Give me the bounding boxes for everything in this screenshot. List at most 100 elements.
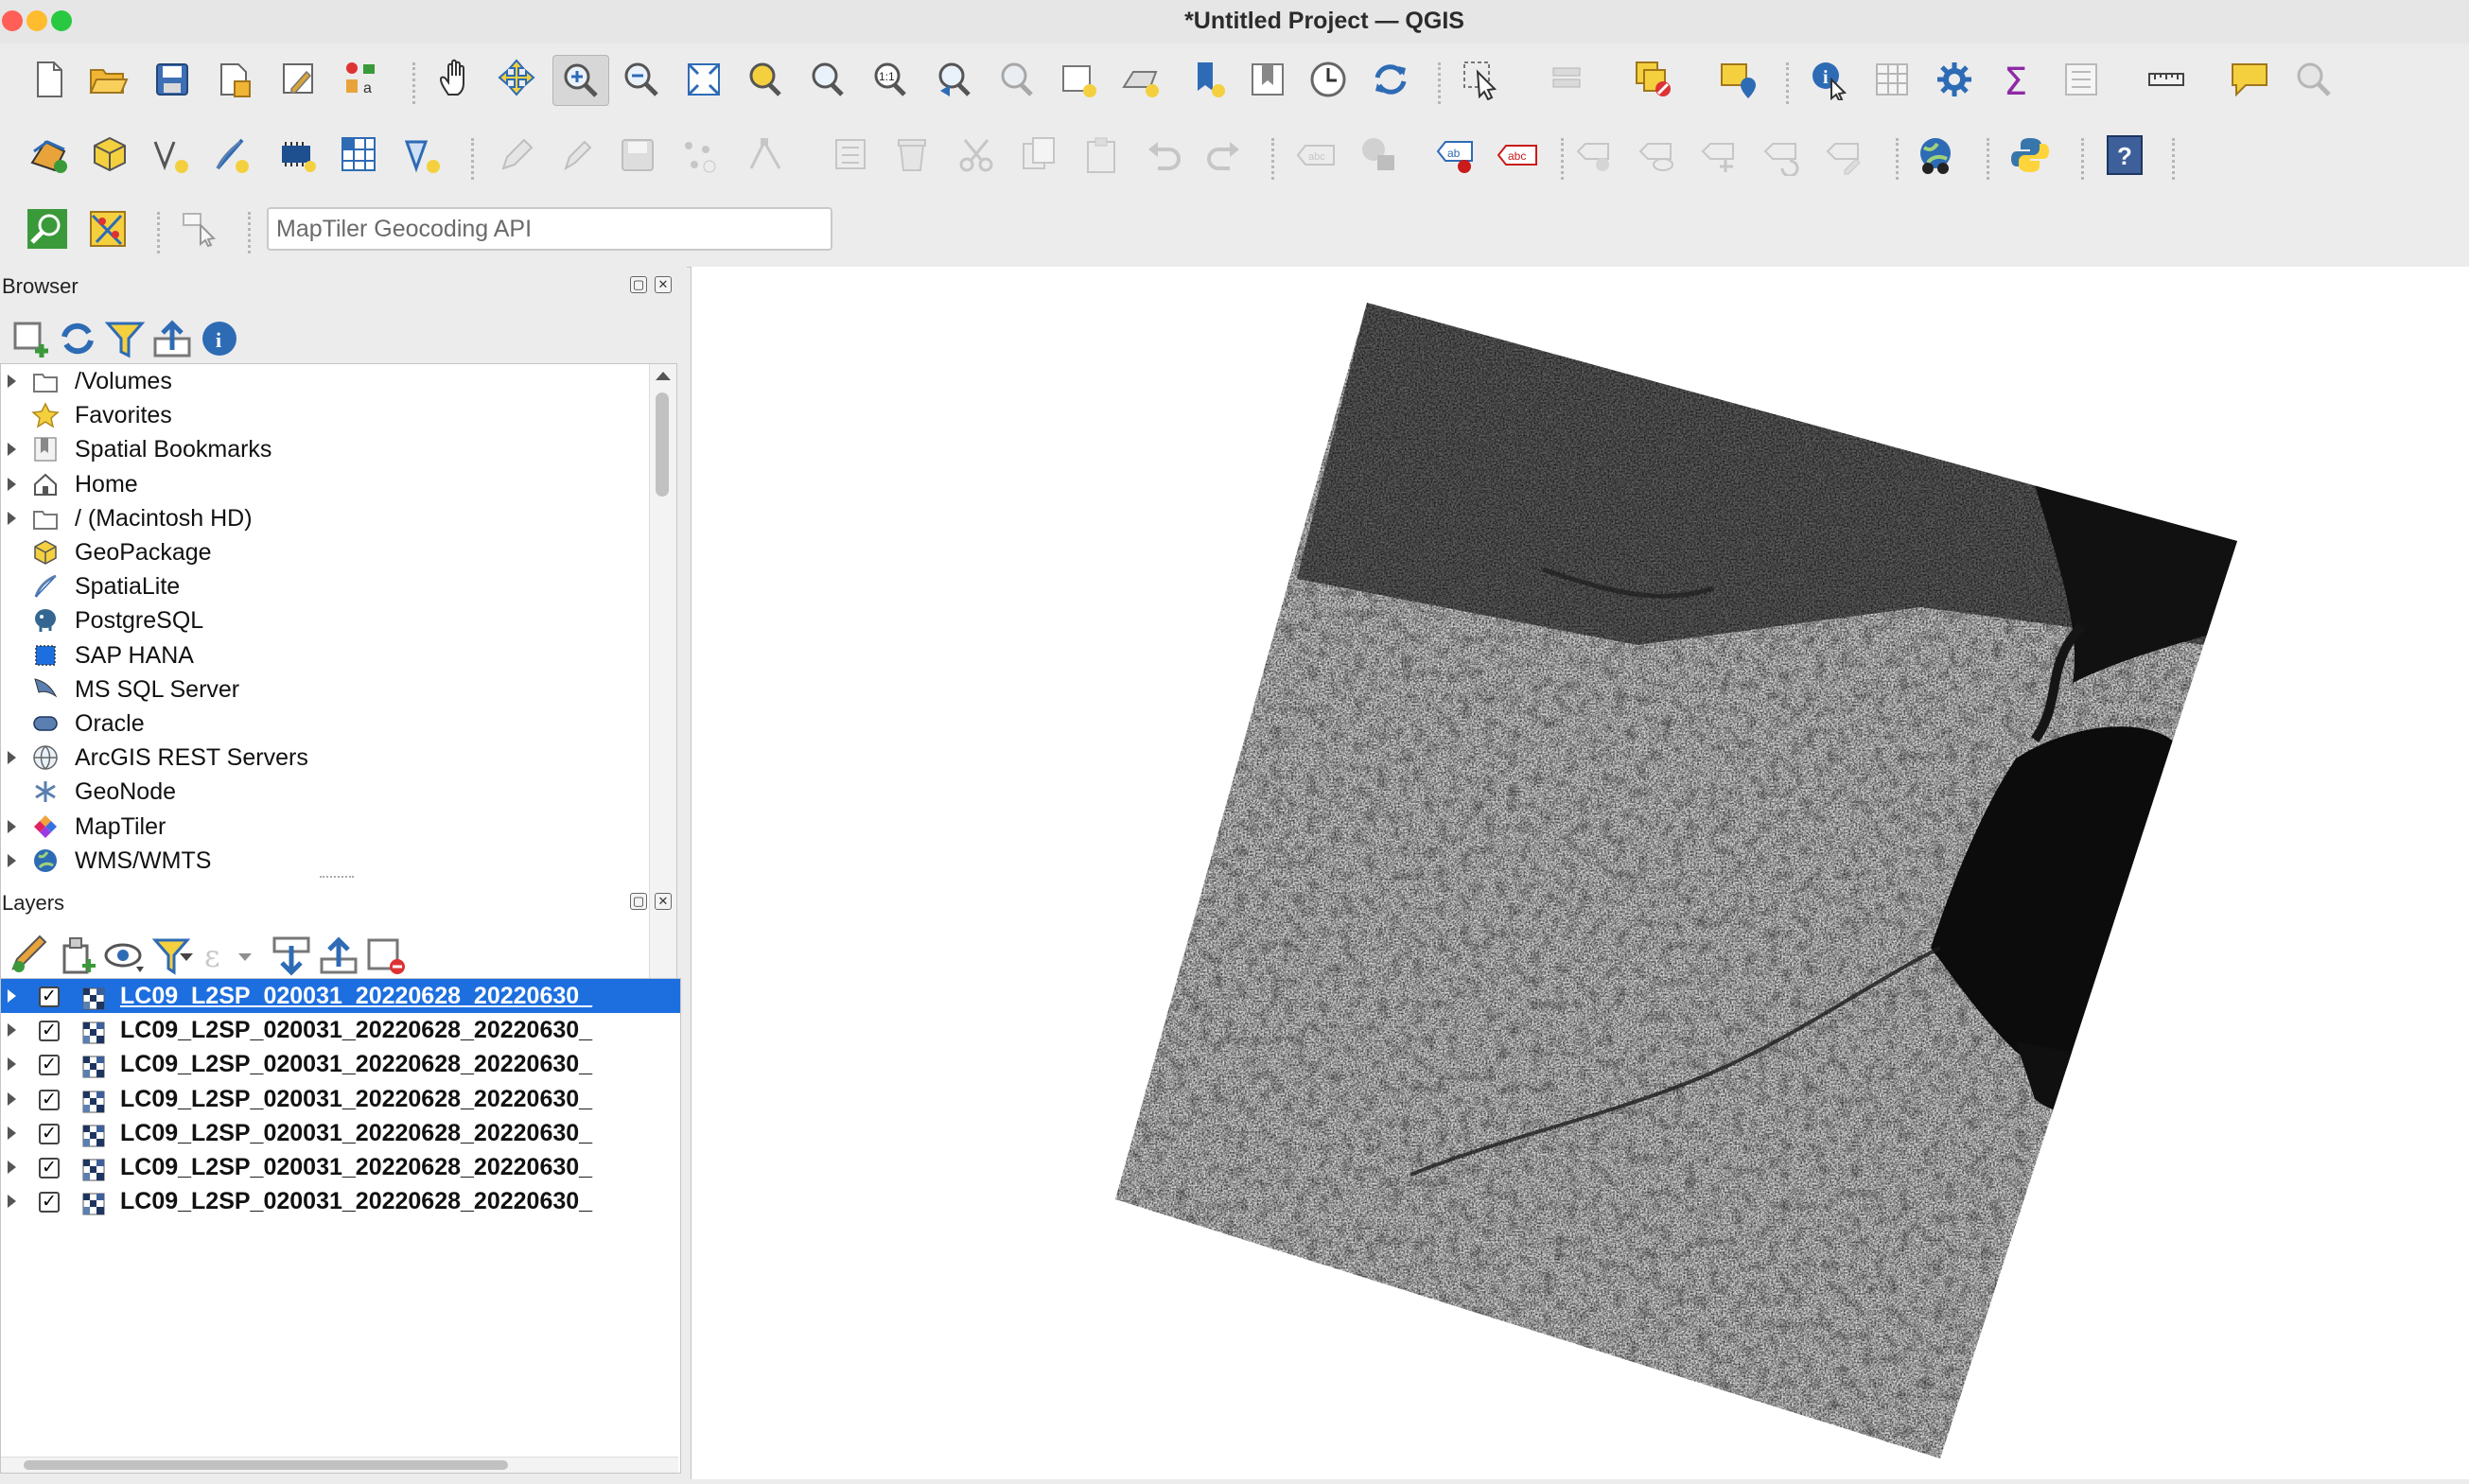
browser-item[interactable]: Favorites	[1, 398, 676, 432]
data-source-manager-icon[interactable]	[28, 134, 70, 176]
filter-browser-icon[interactable]	[104, 318, 146, 358]
layers-tree[interactable]: ✓ LC09_L2SP_020031_20220628_20220630_ ✓ LC0…	[0, 978, 681, 1474]
browser-item[interactable]: WMS/WMTS	[1, 844, 676, 878]
toolbar-grip[interactable]	[1438, 62, 1446, 104]
copy-features-icon[interactable]	[1018, 134, 1059, 176]
georeferencer-icon[interactable]	[89, 208, 131, 250]
new-spatial-bookmark-icon[interactable]	[1188, 59, 1230, 100]
zoom-next-icon[interactable]	[995, 59, 1037, 100]
toolbar-grip[interactable]	[1896, 138, 1904, 180]
save-as-icon[interactable]	[214, 59, 255, 100]
processing-toolbox-icon[interactable]	[1934, 59, 1975, 100]
paste-features-icon[interactable]	[1080, 134, 1122, 176]
browser-item[interactable]: SAP HANA	[1, 638, 676, 672]
layers-hscrollbar[interactable]	[1, 1457, 678, 1473]
layer-diagram-icon[interactable]	[1358, 134, 1400, 176]
toolbar-grip[interactable]	[157, 212, 166, 253]
enable-properties-icon[interactable]: i	[199, 318, 236, 356]
expand-arrow-icon[interactable]	[8, 375, 16, 388]
toolbar-grip[interactable]	[2081, 138, 2090, 180]
show-hide-labels-icon[interactable]	[1637, 134, 1678, 176]
layer-visibility-checkbox[interactable]: ✓	[39, 986, 60, 1007]
toolbar-grip[interactable]	[2172, 138, 2180, 180]
layer-visibility-checkbox[interactable]: ✓	[39, 1158, 60, 1178]
undo-icon[interactable]	[1143, 134, 1184, 176]
expand-arrow-icon[interactable]	[8, 819, 16, 833]
remove-layer-icon[interactable]	[365, 934, 405, 974]
scroll-up-arrow[interactable]	[656, 372, 671, 380]
expand-arrow-icon[interactable]	[8, 511, 16, 525]
collapse-all-icon[interactable]	[151, 318, 191, 358]
add-selected-layers-icon[interactable]	[9, 318, 48, 358]
expand-arrow-icon[interactable]	[8, 477, 16, 491]
save-project-icon[interactable]	[151, 59, 193, 100]
browser-item[interactable]: Home	[1, 467, 676, 501]
filter-by-expression-icon[interactable]: ε	[201, 934, 229, 974]
open-project-icon[interactable]	[87, 59, 129, 100]
redo-icon[interactable]	[1203, 134, 1245, 176]
pan-to-selection-icon[interactable]	[496, 59, 537, 100]
undock-layers-button[interactable]: ▢	[630, 893, 647, 910]
statistical-summary-icon[interactable]: Σ	[1996, 59, 2038, 100]
zoom-out-icon[interactable]	[621, 59, 662, 100]
expand-arrow-icon[interactable]	[8, 1057, 16, 1072]
pin-labels-icon[interactable]	[1574, 134, 1616, 176]
layer-row[interactable]: ✓ LC09_L2SP_020031_20220628_20220630_	[1, 1116, 680, 1150]
identify-features-icon[interactable]: i	[1809, 59, 1850, 100]
close-layers-button[interactable]: ✕	[655, 893, 672, 910]
expand-arrow-icon[interactable]	[8, 853, 16, 867]
layer-visibility-checkbox[interactable]: ✓	[39, 1021, 60, 1042]
undock-browser-button[interactable]: ▢	[630, 276, 647, 293]
toolbar-grip[interactable]	[1561, 138, 1569, 180]
browser-item[interactable]: / (Macintosh HD)	[1, 501, 676, 535]
toolbar-grip[interactable]	[248, 212, 256, 253]
label-toolbar-icon[interactable]: abc	[1294, 134, 1336, 176]
expand-arrow-icon[interactable]	[8, 989, 16, 1003]
layer-visibility-checkbox[interactable]: ✓	[39, 1192, 60, 1213]
collapse-all-layers-icon[interactable]	[318, 934, 358, 974]
select-by-value-icon[interactable]	[1548, 59, 1589, 100]
open-field-calculator-icon[interactable]	[2060, 59, 2102, 100]
help-icon[interactable]: ?	[2104, 134, 2145, 176]
toolbar-grip[interactable]	[471, 138, 480, 180]
current-edits-icon[interactable]	[556, 134, 598, 176]
browser-item[interactable]: SpatiaLite	[1, 569, 676, 603]
expand-arrow-icon[interactable]	[8, 751, 16, 765]
toolbar-grip[interactable]	[1786, 62, 1795, 104]
layer-visibility-checkbox[interactable]: ✓	[39, 1089, 60, 1110]
splitter-handle[interactable]	[320, 876, 354, 882]
open-layer-styling-icon[interactable]	[9, 934, 47, 972]
temporal-controller-icon[interactable]	[1307, 59, 1349, 100]
browser-item[interactable]: GeoNode	[1, 775, 676, 809]
zoom-native-resolution-icon[interactable]: 1:1	[868, 59, 910, 100]
expand-all-icon[interactable]	[271, 934, 310, 976]
move-label-icon[interactable]	[1699, 134, 1741, 176]
layer-row[interactable]: ✓ LC09_L2SP_020031_20220628_20220630_	[1, 1150, 680, 1184]
refresh-browser-icon[interactable]	[57, 318, 94, 355]
new-geopackage-layer-icon[interactable]	[89, 134, 131, 176]
zoom-last-icon[interactable]	[933, 59, 974, 100]
highlight-pinned-labels-icon[interactable]: ab	[1434, 134, 1476, 176]
modify-attributes-icon[interactable]	[831, 134, 872, 176]
browser-item[interactable]: Oracle	[1, 707, 676, 741]
browser-item[interactable]: MS SQL Server	[1, 672, 676, 707]
new-spatialite-layer-icon[interactable]	[210, 134, 252, 176]
close-browser-button[interactable]: ✕	[655, 276, 672, 293]
layer-row[interactable]: ✓ LC09_L2SP_020031_20220628_20220630_	[1, 1013, 680, 1047]
vertex-tool-icon[interactable]	[745, 134, 787, 176]
add-feature-icon[interactable]	[677, 134, 719, 176]
zoom-to-layer-icon[interactable]	[806, 59, 848, 100]
toggle-editing-icon[interactable]	[496, 134, 537, 176]
browser-scroll-thumb[interactable]	[656, 393, 669, 497]
new-shapefile-layer-icon[interactable]	[149, 134, 191, 176]
cut-features-icon[interactable]	[955, 134, 997, 176]
zoom-to-selection-icon[interactable]	[744, 59, 785, 100]
expression-dropdown[interactable]	[238, 953, 252, 961]
layer-visibility-checkbox[interactable]: ✓	[39, 1055, 60, 1076]
layer-row[interactable]: ✓ LC09_L2SP_020031_20220628_20220630_	[1, 1047, 680, 1081]
new-virtual-layer-icon[interactable]	[339, 134, 380, 176]
layer-row[interactable]: ✓ LC09_L2SP_020031_20220628_20220630_	[1, 1082, 680, 1116]
expand-arrow-icon[interactable]	[8, 1091, 16, 1106]
manage-map-themes-icon[interactable]	[104, 934, 144, 972]
browser-item[interactable]: ArcGIS REST Servers	[1, 741, 676, 775]
